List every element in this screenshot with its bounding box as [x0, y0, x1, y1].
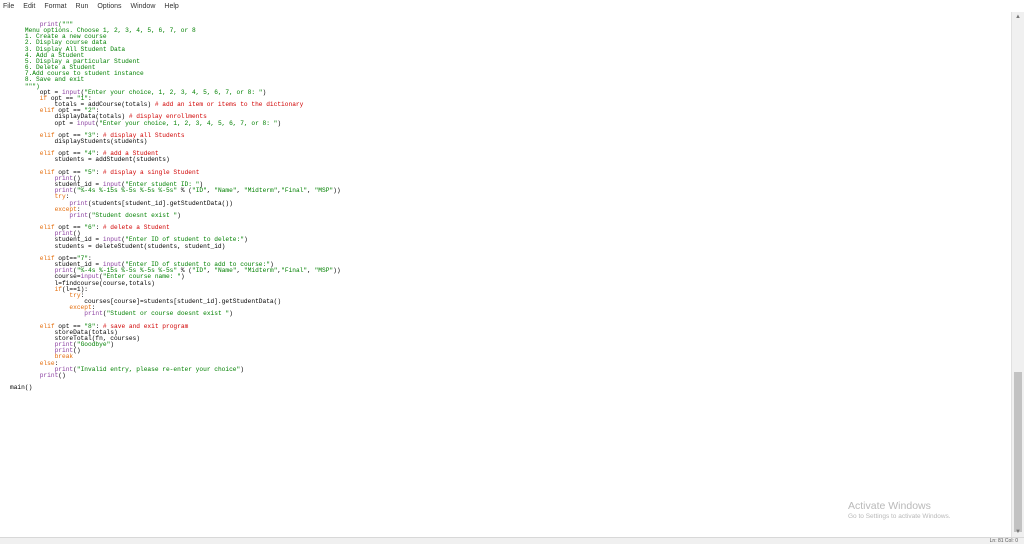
code-token: "Name" — [214, 187, 237, 195]
code-token: "Final" — [281, 267, 308, 275]
code-token: "Goodbye" — [76, 341, 111, 349]
code-token: "5" — [84, 168, 96, 176]
code-token: "Final" — [281, 187, 308, 195]
code-token: "Enter your choice, 1, 2, 3, 4, 5, 6, 7,… — [99, 119, 278, 127]
code-token: "ID" — [191, 187, 207, 195]
code-token: () — [73, 347, 81, 355]
code-token: "MSP" — [314, 187, 334, 195]
menu-run[interactable]: Run — [76, 3, 89, 10]
code-token: ) — [229, 310, 233, 318]
code-token: () — [58, 371, 66, 379]
vertical-scrollbar[interactable]: ▲ ▼ — [1011, 12, 1024, 537]
code-token: "Invalid entry, please re-enter your cho… — [76, 365, 241, 373]
code-token: ) — [180, 273, 185, 281]
scroll-thumb[interactable] — [1014, 372, 1022, 532]
code-token: : — [95, 168, 103, 176]
code-token: : — [95, 224, 103, 232]
menu-options[interactable]: Options — [97, 3, 121, 10]
code-token: # add an item or items to the dictionary — [154, 101, 304, 109]
code-token: students = addStudent(students) — [10, 156, 170, 164]
code-editor[interactable]: print(""" Menu options. Choose 1, 2, 3, … — [0, 12, 1012, 537]
cursor-position: Ln: 81 Col: 0 — [989, 538, 1018, 544]
code-token: main() — [10, 384, 33, 392]
menu-edit[interactable]: Edit — [23, 3, 35, 10]
code-text[interactable]: print(""" Menu options. Choose 1, 2, 3, … — [10, 21, 341, 391]
code-token: opt = — [10, 119, 77, 127]
menu-format[interactable]: Format — [44, 3, 66, 10]
code-token: "Name" — [214, 267, 237, 275]
code-token: , — [307, 187, 315, 195]
code-token: (students[student_id].getStudentData()) — [88, 199, 233, 207]
code-token: , — [236, 267, 244, 275]
code-token: displayStudents(students) — [10, 137, 148, 145]
activate-windows-watermark: Activate Windows Go to Settings to activ… — [848, 500, 951, 520]
code-token: ) — [110, 341, 114, 349]
code-token: # display a single Student — [102, 168, 200, 176]
scroll-up-icon[interactable]: ▲ — [1012, 12, 1024, 22]
scroll-down-icon[interactable]: ▼ — [1012, 527, 1024, 537]
code-token: "MSP" — [314, 267, 334, 275]
code-token: "Student doesnt exist " — [91, 211, 178, 219]
code-token: ) — [243, 236, 248, 244]
menu-bar: File Edit Format Run Options Window Help — [0, 0, 1024, 12]
menu-file[interactable]: File — [3, 3, 14, 10]
watermark-subtitle: Go to Settings to activate Windows. — [848, 513, 951, 520]
menu-help[interactable]: Help — [164, 3, 178, 10]
code-token: print — [39, 371, 59, 379]
code-token: print — [69, 211, 88, 219]
code-token: "Midterm" — [244, 267, 278, 275]
code-token: input — [76, 119, 96, 127]
code-token: print — [84, 310, 103, 318]
code-token: "Student or course doesnt exist " — [106, 310, 230, 318]
code-token: "6" — [84, 224, 96, 232]
code-token: "Midterm" — [244, 187, 278, 195]
code-token: ) — [262, 88, 267, 96]
menu-window[interactable]: Window — [130, 3, 155, 10]
code-token: % ( — [177, 187, 192, 195]
code-token: "ID" — [191, 267, 207, 275]
code-token: )) — [333, 187, 341, 195]
code-token: students = deleteStudent(students, stude… — [10, 242, 226, 250]
code-token: "Enter your choice, 1, 2, 3, 4, 5, 6, 7,… — [84, 88, 263, 96]
code-line[interactable]: main() — [10, 385, 341, 391]
code-token: "%-4s %-15s %-5s %-5s %-5s" — [76, 187, 178, 195]
code-token: ) — [277, 119, 282, 127]
code-token: )) — [333, 267, 341, 275]
code-token: ) — [177, 211, 181, 219]
watermark-title: Activate Windows — [848, 500, 931, 512]
code-token: , — [236, 187, 244, 195]
code-token: ) — [240, 365, 244, 373]
code-token: , — [307, 267, 315, 275]
code-token: # delete a Student — [102, 224, 170, 232]
